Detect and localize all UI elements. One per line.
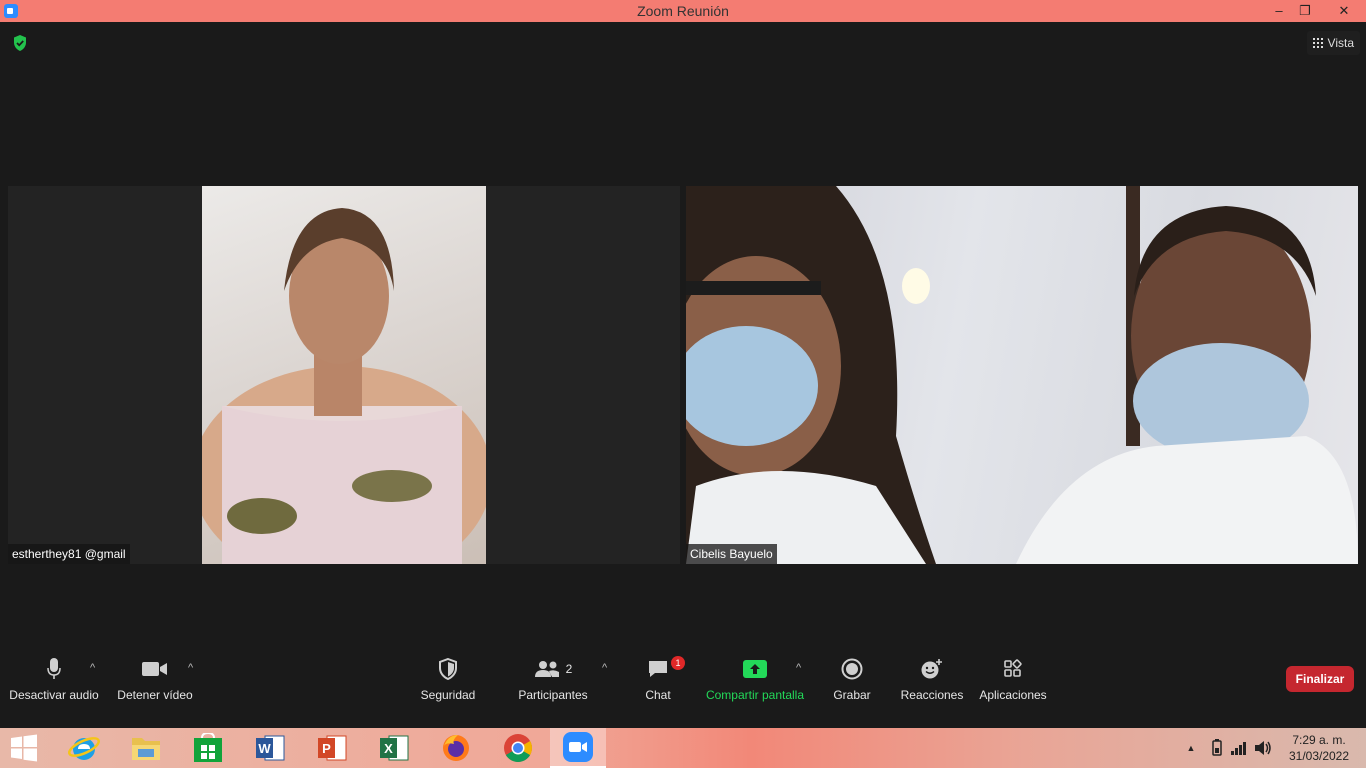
video-camera-icon — [142, 662, 167, 676]
share-options-caret[interactable]: ^ — [796, 662, 801, 674]
participants-label: Participantes — [518, 688, 588, 702]
store-icon — [194, 733, 222, 762]
internet-explorer-icon — [68, 737, 100, 760]
participant-name-tag: estherthey81 @gmail — [8, 544, 130, 564]
share-screen-icon — [743, 660, 767, 678]
meeting-area: Vista estherthey81 @gmail Cibelis Bayuel… — [0, 22, 1366, 728]
apps-label: Aplicaciones — [979, 688, 1047, 702]
grid-view-icon — [1312, 38, 1323, 48]
stop-video-button[interactable]: Detener vídeo — [116, 656, 194, 702]
taskbar-store[interactable] — [178, 728, 238, 768]
participants-count: 2 — [565, 662, 573, 676]
windows-taskbar: W P X ▲ 7:29 a. m. 31/03/2022 — [0, 728, 1366, 768]
security-label: Seguridad — [420, 688, 476, 702]
taskbar-excel[interactable]: X — [364, 728, 424, 768]
taskbar-powerpoint[interactable]: P — [302, 728, 362, 768]
start-button[interactable] — [0, 728, 48, 768]
taskbar-zoom[interactable] — [550, 728, 606, 768]
meeting-toolbar: Desactivar audio ^ Detener vídeo ^ Segur… — [0, 650, 1366, 706]
volume-icon[interactable] — [1254, 740, 1272, 756]
firefox-icon — [443, 735, 469, 761]
close-button[interactable]: ✕ — [1322, 0, 1366, 22]
taskbar-word[interactable]: W — [240, 728, 300, 768]
svg-text:X: X — [384, 741, 393, 756]
taskbar-file-explorer[interactable] — [116, 728, 176, 768]
title-bar: Zoom Reunión – ❐ ✕ — [0, 0, 1366, 22]
participant-video-feed — [192, 186, 492, 564]
clock-time: 7:29 a. m. — [1292, 733, 1346, 747]
taskbar-chrome[interactable] — [488, 728, 548, 768]
mute-audio-button[interactable]: Desactivar audio — [8, 656, 100, 702]
video-options-caret[interactable]: ^ — [188, 662, 193, 674]
security-button[interactable]: Seguridad — [420, 656, 476, 702]
participants-button[interactable]: 2 Participantes — [518, 656, 588, 702]
participants-icon — [534, 661, 559, 677]
chat-label: Chat — [645, 688, 671, 702]
participant-silhouette — [192, 208, 492, 564]
shield-icon — [439, 658, 457, 680]
system-tray: ▲ — [1182, 728, 1272, 768]
taskbar-internet-explorer[interactable] — [54, 728, 114, 768]
view-label: Vista — [1327, 36, 1354, 50]
tray-overflow-icon[interactable]: ▲ — [1182, 743, 1200, 753]
reactions-button[interactable]: Reacciones — [900, 656, 964, 702]
taskbar-clock[interactable]: 7:29 a. m. 31/03/2022 — [1282, 732, 1356, 764]
apps-icon — [1004, 659, 1022, 677]
chat-unread-badge: 1 — [671, 656, 685, 670]
record-icon — [841, 658, 863, 680]
word-icon: W — [256, 735, 285, 761]
reactions-icon — [921, 659, 942, 679]
file-explorer-icon — [132, 738, 160, 760]
powerpoint-icon: P — [318, 735, 347, 761]
end-meeting-button[interactable]: Finalizar — [1286, 666, 1354, 692]
chrome-icon — [504, 734, 532, 762]
taskbar-firefox[interactable] — [426, 728, 486, 768]
zoom-icon — [563, 732, 593, 762]
battery-icon[interactable] — [1210, 739, 1224, 757]
reactions-label: Reacciones — [900, 688, 964, 702]
excel-icon: X — [380, 735, 409, 761]
participant-video-feed — [686, 186, 1358, 564]
audio-options-caret[interactable]: ^ — [90, 662, 95, 674]
window-title: Zoom Reunión — [637, 3, 729, 19]
svg-text:W: W — [258, 741, 271, 756]
participant-video-tile[interactable]: estherthey81 @gmail — [8, 186, 680, 564]
chat-button[interactable]: 1 Chat — [640, 656, 685, 702]
clock-date: 31/03/2022 — [1288, 749, 1350, 763]
record-label: Grabar — [833, 688, 871, 702]
view-button[interactable]: Vista — [1306, 31, 1360, 55]
svg-text:P: P — [322, 741, 331, 756]
record-button[interactable]: Grabar — [832, 656, 872, 702]
participants-options-caret[interactable]: ^ — [602, 662, 607, 674]
microphone-icon — [47, 658, 61, 679]
encryption-shield-icon[interactable] — [10, 33, 30, 53]
stop-video-label: Detener vídeo — [117, 688, 193, 702]
chat-icon — [649, 661, 667, 677]
participant-video-tile[interactable]: Cibelis Bayuelo — [686, 186, 1358, 564]
participant-name-tag: Cibelis Bayuelo — [686, 544, 777, 564]
network-icon[interactable] — [1230, 741, 1248, 755]
mute-audio-label: Desactivar audio — [9, 688, 99, 702]
apps-button[interactable]: Aplicaciones — [978, 656, 1048, 702]
windows-start-icon — [11, 734, 37, 762]
maximize-button[interactable]: ❐ — [1288, 0, 1322, 22]
share-screen-label: Compartir pantalla — [705, 688, 805, 702]
participant-silhouette — [686, 186, 1358, 564]
share-screen-button[interactable]: Compartir pantalla — [704, 656, 806, 702]
